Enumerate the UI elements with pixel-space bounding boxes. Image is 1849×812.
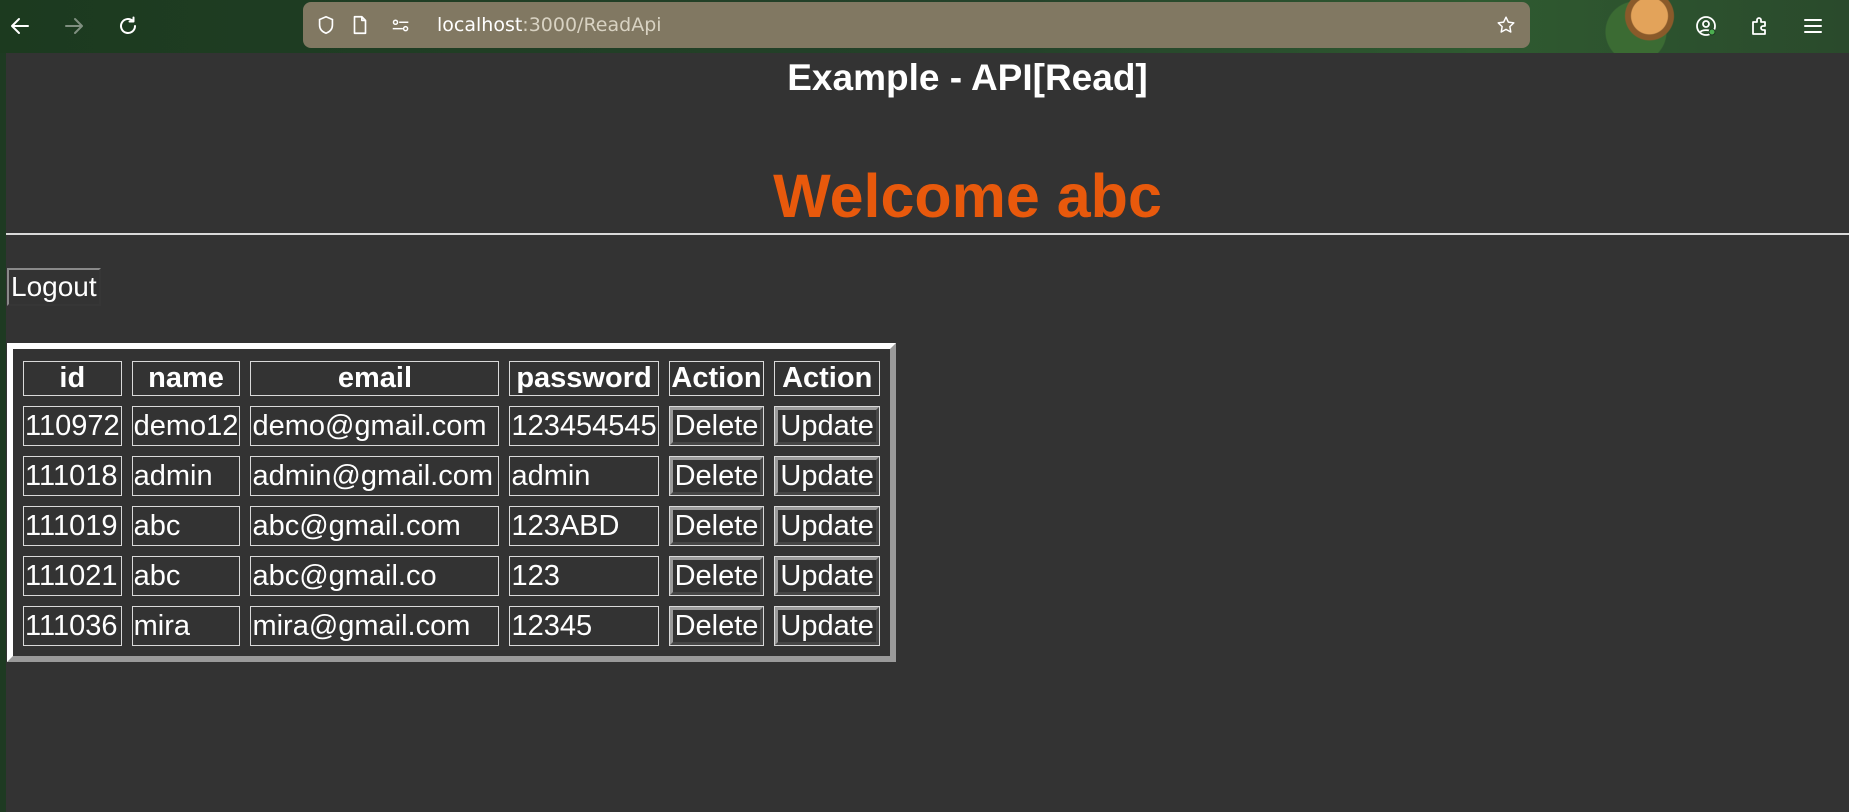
update-button[interactable]: Update [775,507,879,545]
cell-id: 111021 [23,556,122,596]
address-bar[interactable]: localhost:3000/ReadApi [303,2,1530,48]
account-icon [1696,16,1716,36]
url-path: :3000/ReadApi [522,14,662,36]
cell-password: admin [509,456,659,496]
reload-icon [120,16,136,34]
forward-button[interactable] [56,8,92,44]
arrow-left-icon [11,18,29,34]
cell-name: abc [131,506,241,546]
cell-email: admin@gmail.com [250,456,500,496]
cell-update: Update [774,406,880,446]
header-password: password [509,361,659,396]
table-row: 111036 mira mira@gmail.com 12345 Delete … [23,606,880,646]
cell-email: mira@gmail.com [250,606,500,646]
account-button[interactable] [1688,8,1724,44]
cell-name: mira [131,606,241,646]
cell-name: demo12 [131,406,241,446]
delete-button[interactable]: Delete [669,607,764,645]
table-row: 111019 abc abc@gmail.com 123ABD Delete U… [23,506,880,546]
divider [6,233,1849,235]
update-button[interactable]: Update [775,407,879,445]
cell-password: 12345 [509,606,659,646]
cell-delete: Delete [668,456,765,496]
cell-update: Update [774,556,880,596]
delete-button[interactable]: Delete [669,407,764,445]
cell-delete: Delete [668,556,765,596]
hamburger-menu-icon [1804,19,1822,33]
star-icon[interactable] [1494,13,1518,37]
header-id: id [23,361,122,396]
users-table-frame: id name email password Action Action 110… [7,343,896,662]
header-email: email [250,361,500,396]
cell-email: demo@gmail.com [250,406,500,446]
cell-password: 123454545 [509,406,659,446]
cell-id: 111018 [23,456,122,496]
cell-id: 111036 [23,606,122,646]
cell-id: 111019 [23,506,122,546]
cell-password: 123 [509,556,659,596]
header-action-delete: Action [668,361,765,396]
cell-update: Update [774,606,880,646]
cell-delete: Delete [668,406,765,446]
table-row: 111021 abc abc@gmail.co 123 Delete Updat… [23,556,880,596]
shield-icon[interactable] [314,13,338,37]
cell-update: Update [774,456,880,496]
theme-artwork [1600,0,1690,53]
cell-name: admin [131,456,241,496]
puzzle-icon [1752,17,1766,35]
extensions-button[interactable] [1742,8,1778,44]
back-button[interactable] [2,8,38,44]
delete-button[interactable]: Delete [669,457,764,495]
users-table: id name email password Action Action 110… [13,351,890,656]
table-header-row: id name email password Action Action [23,361,880,396]
permissions-icon[interactable] [389,13,413,37]
browser-toolbar: localhost:3000/ReadApi [0,0,1849,53]
update-button[interactable]: Update [775,607,879,645]
table-row: 110972 demo12 demo@gmail.com 123454545 D… [23,406,880,446]
delete-button[interactable]: Delete [669,507,764,545]
update-button[interactable]: Update [775,557,879,595]
arrow-right-icon [65,18,83,34]
logout-button[interactable]: Logout [7,268,101,306]
page-title: Example - API[Read] [787,57,1148,98]
cell-name: abc [131,556,241,596]
cell-delete: Delete [668,506,765,546]
url-host: localhost [437,14,523,36]
cell-email: abc@gmail.com [250,506,500,546]
page-icon[interactable] [348,13,372,37]
menu-button[interactable] [1795,8,1831,44]
header-action-update: Action [774,361,880,396]
cell-email: abc@gmail.co [250,556,500,596]
cell-update: Update [774,506,880,546]
update-button[interactable]: Update [775,457,879,495]
cell-password: 123ABD [509,506,659,546]
header-name: name [131,361,241,396]
cell-id: 110972 [23,406,122,446]
delete-button[interactable]: Delete [669,557,764,595]
reload-button[interactable] [110,8,146,44]
url-text[interactable]: localhost:3000/ReadApi [437,14,662,36]
page-content: Example - API[Read] Welcome abc Logout i… [6,53,1849,812]
table-row: 111018 admin admin@gmail.com admin Delet… [23,456,880,496]
welcome-heading: Welcome abc [773,162,1162,230]
cell-delete: Delete [668,606,765,646]
